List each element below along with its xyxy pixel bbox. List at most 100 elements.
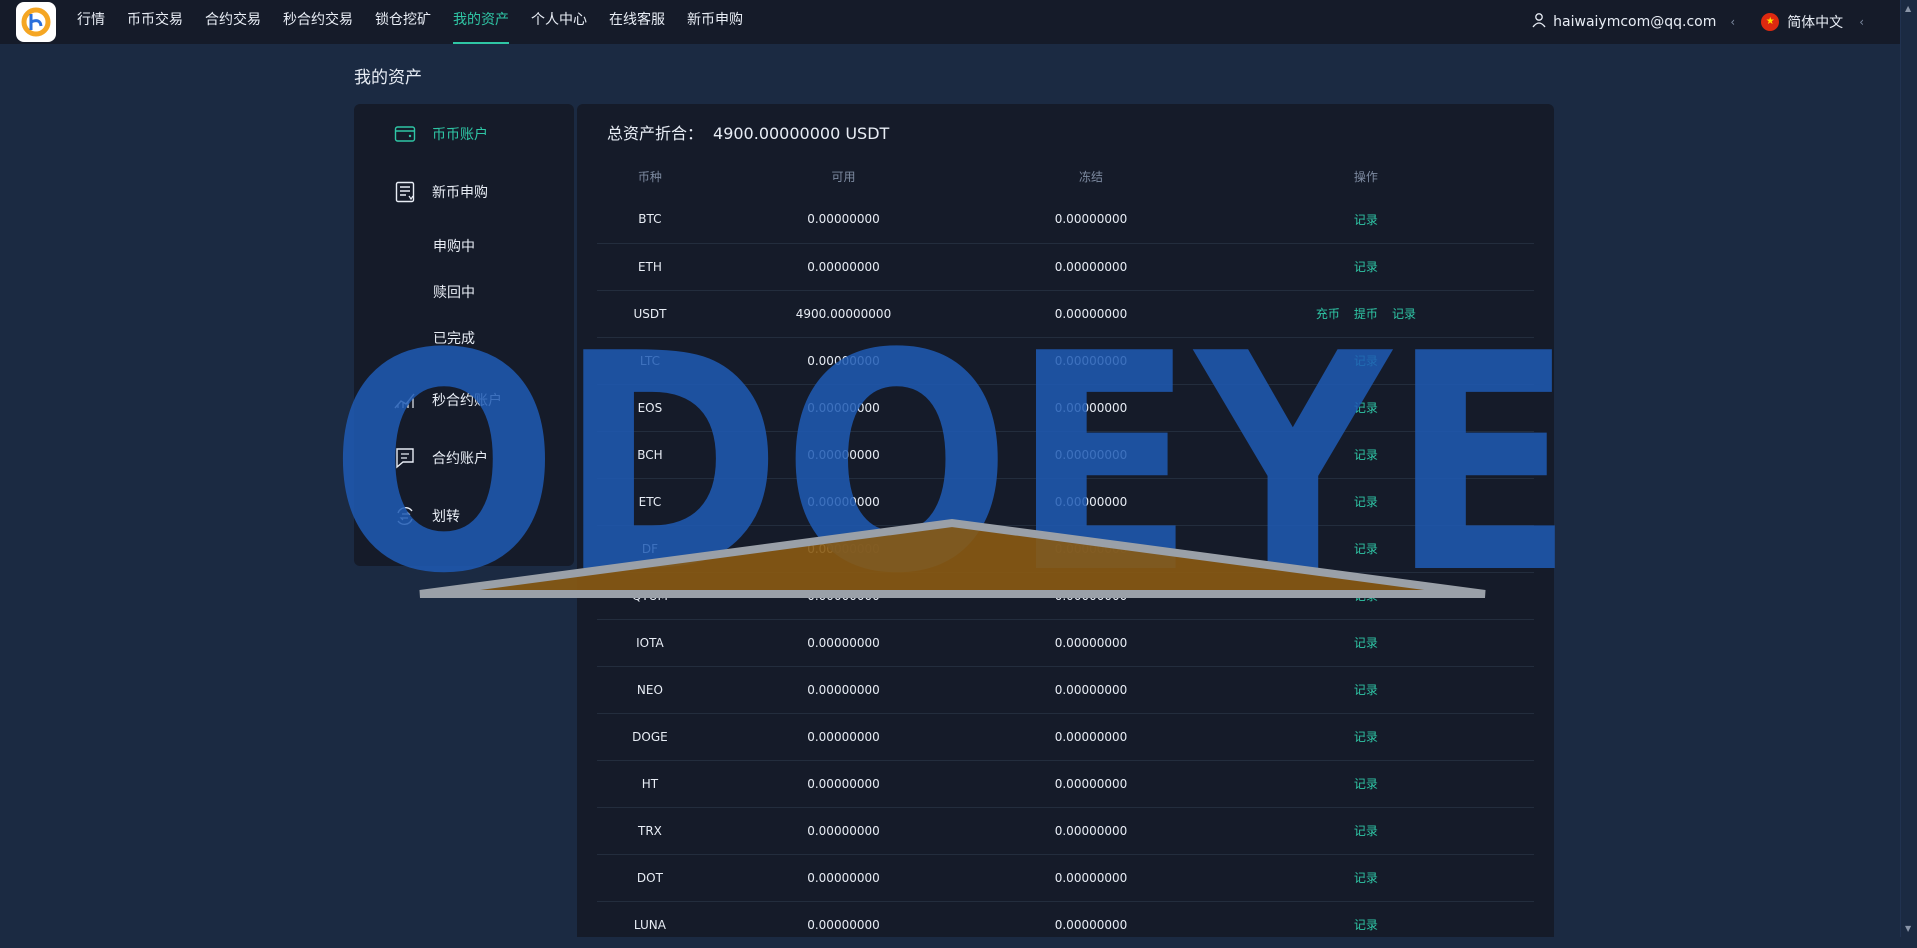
frozen-cell: 0.00000000	[984, 571, 1198, 619]
frozen-cell: 0.00000000	[984, 853, 1198, 901]
nav-item-2[interactable]: 合约交易	[194, 0, 272, 44]
frozen-cell: 0.00000000	[984, 712, 1198, 760]
wallet-icon	[394, 123, 416, 145]
frozen-cell: 0.00000000	[984, 242, 1198, 290]
asset-sidebar: 币币账户 新币申购 申购中 赎回中 已完成 秒合约账户 合约账户 划转	[354, 104, 574, 566]
nav-item-7[interactable]: 在线客服	[598, 0, 676, 44]
coin-cell: IOTA	[597, 618, 703, 666]
frozen-cell: 0.00000000	[984, 524, 1198, 572]
record-link[interactable]: 记录	[1354, 871, 1378, 885]
available-cell: 0.00000000	[702, 430, 985, 478]
coin-cell: BCH	[597, 430, 703, 478]
record-link[interactable]: 记录	[1354, 448, 1378, 462]
table-row: IOTA 0.00000000 0.00000000 记录	[597, 618, 1534, 666]
table-row: ETH 0.00000000 0.00000000 记录	[597, 242, 1534, 290]
available-cell: 0.00000000	[702, 759, 985, 807]
sidebar-item-spot-account[interactable]: 币币账户	[354, 116, 574, 152]
main-nav: 行情 币币交易 合约交易 秒合约交易 锁仓挖矿 我的资产 个人中心 在线客服 新币申购	[66, 0, 754, 44]
record-link[interactable]: 记录	[1354, 824, 1378, 838]
frozen-cell: 0.00000000	[984, 289, 1198, 337]
table-row: NEO 0.00000000 0.00000000 记录	[597, 665, 1534, 713]
record-link[interactable]: 记录	[1354, 730, 1378, 744]
table-row: USDT 4900.00000000 0.00000000 充币 提币 记录	[597, 289, 1534, 337]
coin-cell: ETC	[597, 477, 703, 525]
table-row: BCH 0.00000000 0.00000000 记录	[597, 430, 1534, 478]
record-link[interactable]: 记录	[1354, 636, 1378, 650]
available-cell: 0.00000000	[702, 712, 985, 760]
coin-cell: LUNA	[597, 900, 703, 948]
sidebar-subitem-redeeming[interactable]: 赎回中	[354, 270, 574, 316]
sidebar-item-new-coin[interactable]: 新币申购	[354, 174, 574, 210]
actions-cell: 充币 提币 记录	[1197, 289, 1534, 337]
frozen-cell: 0.00000000	[984, 383, 1198, 431]
sidebar-item-contract-account[interactable]: 合约账户	[354, 440, 574, 476]
page-title: 我的资产	[354, 68, 422, 88]
available-cell: 0.00000000	[807, 212, 880, 227]
available-cell: 0.00000000	[702, 524, 985, 572]
scroll-up-arrow-icon[interactable]: ▲	[1905, 4, 1911, 13]
record-link[interactable]: 记录	[1354, 401, 1378, 415]
sidebar-item-seconds-contract[interactable]: 秒合约账户	[354, 382, 574, 418]
user-icon	[1531, 12, 1547, 32]
actions-cell: 记录	[1197, 430, 1534, 478]
column-header-actions: 操作	[1353, 169, 1378, 184]
deposit-link[interactable]: 充币	[1316, 307, 1340, 321]
china-flag-icon: ★	[1761, 13, 1780, 31]
withdraw-link[interactable]: 提币	[1354, 307, 1378, 321]
available-cell: 0.00000000	[702, 853, 985, 901]
frozen-cell: 0.00000000	[984, 430, 1198, 478]
record-link[interactable]: 记录	[1354, 777, 1378, 791]
sidebar-item-label: 币币账户	[432, 127, 488, 143]
available-cell: 0.00000000	[702, 571, 985, 619]
table-row: BTC 0.00000000 0.00000000 记录	[597, 196, 1534, 243]
record-link[interactable]: 记录	[1354, 354, 1378, 368]
record-link[interactable]: 记录	[1354, 495, 1378, 509]
column-header-frozen: 冻结	[1078, 169, 1103, 184]
record-link[interactable]: 记录	[1354, 542, 1378, 556]
language-selector[interactable]: ★ 简体中文 ‹	[1761, 12, 1864, 32]
table-row: DOGE 0.00000000 0.00000000 记录	[597, 712, 1534, 760]
logo[interactable]	[16, 2, 56, 42]
sidebar-item-transfer[interactable]: 划转	[354, 498, 574, 534]
actions-cell: 记录	[1197, 242, 1534, 290]
user-email: haiwaiymcom@qq.com	[1553, 14, 1717, 30]
frozen-cell: 0.00000000	[984, 806, 1198, 854]
nav-item-1[interactable]: 币币交易	[116, 0, 194, 44]
frozen-cell: 0.00000000	[984, 665, 1198, 713]
user-menu[interactable]: haiwaiymcom@qq.com ‹	[1531, 12, 1735, 32]
table-header-row: 币种 可用 冻结 操作	[597, 156, 1534, 196]
page-scrollbar[interactable]: ▲ ▼	[1900, 0, 1917, 937]
frozen-cell: 0.00000000	[984, 477, 1198, 525]
coin-cell: DOGE	[597, 712, 703, 760]
sidebar-subitem-subscribing[interactable]: 申购中	[354, 224, 574, 270]
coin-cell: DF	[597, 524, 703, 572]
frozen-cell: 0.00000000	[1054, 212, 1128, 227]
column-header-coin: 币种	[637, 169, 662, 184]
table-row: HT 0.00000000 0.00000000 记录	[597, 759, 1534, 807]
record-link[interactable]: 记录	[1354, 683, 1378, 697]
table-row: LUNA 0.00000000 0.00000000 记录	[597, 900, 1534, 948]
column-header-available: 可用	[831, 169, 856, 184]
record-link[interactable]: 记录	[1354, 213, 1378, 227]
frozen-cell: 0.00000000	[984, 900, 1198, 948]
record-link[interactable]: 记录	[1354, 918, 1378, 932]
coin-cell: NEO	[597, 665, 703, 713]
table-row: TRX 0.00000000 0.00000000 记录	[597, 806, 1534, 854]
record-link[interactable]: 记录	[1392, 307, 1416, 321]
sidebar-subitem-completed[interactable]: 已完成	[354, 316, 574, 362]
nav-item-4[interactable]: 锁仓挖矿	[364, 0, 442, 44]
record-link[interactable]: 记录	[1354, 260, 1378, 274]
scroll-down-arrow-icon[interactable]: ▼	[1905, 924, 1911, 933]
actions-cell: 记录	[1197, 853, 1534, 901]
available-cell: 0.00000000	[702, 618, 985, 666]
nav-item-5[interactable]: 我的资产	[442, 0, 520, 44]
nav-item-0[interactable]: 行情	[66, 0, 116, 44]
nav-item-6[interactable]: 个人中心	[520, 0, 598, 44]
available-cell: 0.00000000	[702, 336, 985, 384]
nav-item-8[interactable]: 新币申购	[676, 0, 754, 44]
record-link[interactable]: 记录	[1354, 589, 1378, 603]
actions-cell: 记录	[1197, 665, 1534, 713]
chevron-left-icon: ‹	[1859, 15, 1864, 29]
actions-cell: 记录	[1197, 759, 1534, 807]
nav-item-3[interactable]: 秒合约交易	[272, 0, 364, 44]
